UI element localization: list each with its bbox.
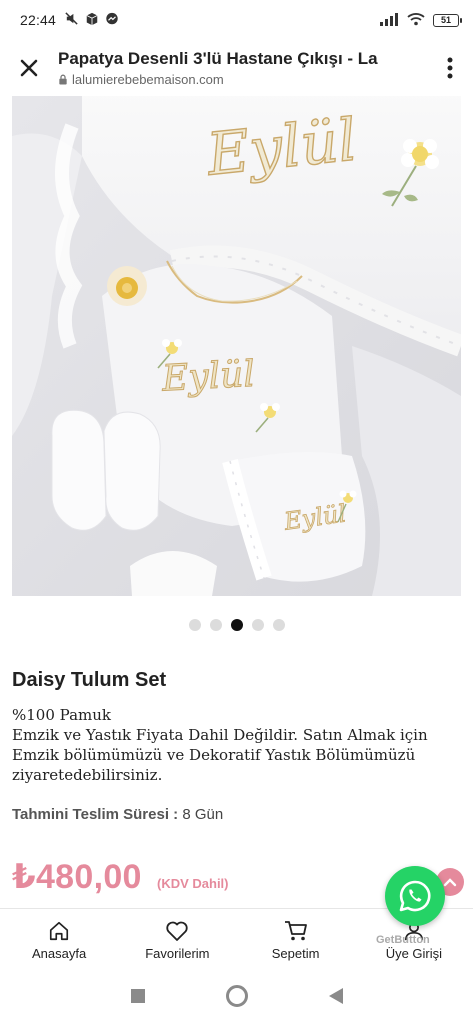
carousel-dot-active[interactable] [230,619,243,631]
nav-cart[interactable]: Sepetim [237,909,355,972]
nav-label: Sepetim [271,946,320,961]
browser-toolbar: Papatya Desenli 3'lü Hastane Çıkışı - La… [0,40,473,96]
back-triangle-icon [328,987,343,1004]
battery-icon: 51 [433,13,462,27]
messenger-icon [105,12,119,29]
home-system-button[interactable] [225,984,249,1013]
package-icon [85,12,99,29]
cart-icon [284,921,307,941]
url-display[interactable]: Papatya Desenli 3'lü Hastane Çıkışı - La… [58,49,427,87]
getbutton-credit[interactable]: GetButton [376,934,430,946]
wifi-icon [407,12,425,29]
description-line: %100 Pamuk [12,706,111,724]
page-domain: lalumierebebemaison.com [72,72,224,87]
chevron-up-icon [443,878,457,887]
carousel-dot[interactable] [272,619,285,631]
system-navigation-bar [0,972,473,1024]
product-title: Daisy Tulum Set [12,669,167,691]
nav-label: Üye Girişi [385,946,443,961]
carousel-indicators [0,619,473,631]
delivery-label: Tahmini Teslim Süresi : [12,806,179,823]
status-time: 22:44 [20,12,57,28]
nav-home[interactable]: Anasayfa [0,909,118,972]
nav-label: Favorilerim [145,946,210,961]
heart-icon [166,921,189,941]
lock-icon [59,74,67,85]
overflow-menu-button[interactable] [427,40,473,96]
jumpsuit-embroidery: Eylül [160,354,256,400]
back-system-button[interactable] [328,987,344,1010]
carousel-dot[interactable] [209,619,222,631]
signal-icon [379,12,399,29]
product-description: %100 Pamuk Emzik ve Yastık Fiyata Dahil … [12,705,462,785]
getbutton-label: GetButton [376,934,430,946]
delivery-value: 8 Gün [182,806,224,823]
more-vertical-icon [447,57,453,79]
nav-favorites[interactable]: Favorilerim [118,909,236,972]
status-bar: 22:44 51 [0,0,473,40]
close-button[interactable] [0,40,58,96]
whatsapp-icon [399,880,431,912]
circle-icon [225,984,248,1007]
carousel-dot[interactable] [251,619,264,631]
nav-label: Anasayfa [32,946,87,961]
product-image[interactable]: Eylül Eylül Eylül [12,96,461,596]
square-icon [130,988,145,1003]
delivery-estimate: Tahmini Teslim Süresi : 8 Gün [12,806,223,823]
vat-note: (KDV Dahil) [157,876,229,891]
home-icon [50,921,69,941]
mute-icon [64,11,79,29]
close-icon [20,59,38,77]
recents-button[interactable] [130,988,146,1009]
product-price: ₺480,00 [12,858,142,896]
carousel-dot[interactable] [188,619,201,631]
description-line: Emzik ve Yastık Fiyata Dahil Değildir. S… [12,726,428,784]
whatsapp-button[interactable] [385,866,445,926]
page-title: Papatya Desenli 3'lü Hastane Çıkışı - La [58,49,378,68]
